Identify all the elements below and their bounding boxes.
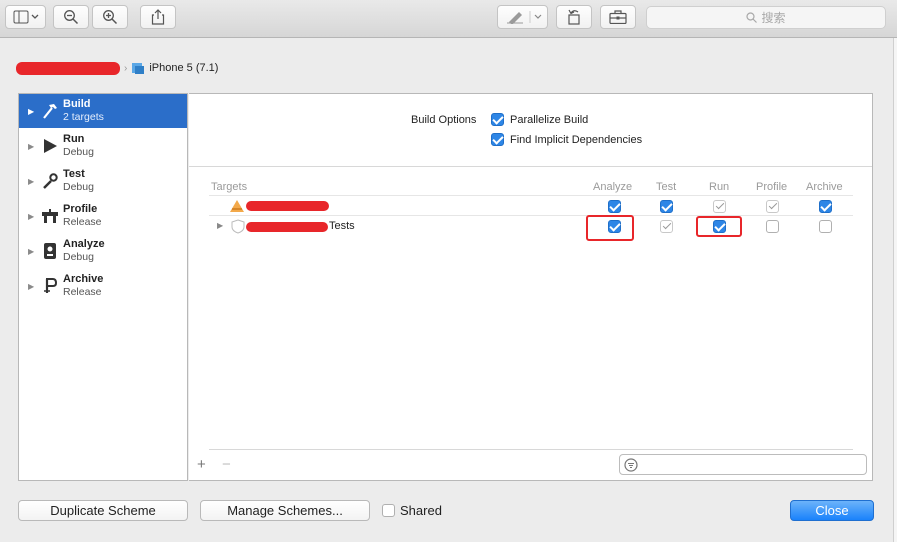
column-header-test: Test <box>656 181 677 193</box>
divider <box>189 166 872 167</box>
sidebar-item-title: Run <box>63 133 85 145</box>
app-target-icon <box>230 200 244 212</box>
disclosure-triangle-icon[interactable]: ▶ <box>28 177 39 186</box>
shared-label: Shared <box>400 503 442 518</box>
share-button[interactable] <box>140 5 176 29</box>
row-divider <box>209 215 853 216</box>
column-header-run: Run <box>709 181 730 193</box>
sidebar-item-subtitle: Debug <box>63 181 94 193</box>
column-header-analyze: Analyze <box>593 181 633 193</box>
redacted-target-name <box>246 201 329 211</box>
rotate-icon <box>568 9 580 25</box>
search-field[interactable]: 搜索 <box>646 6 886 29</box>
destination-label: iPhone 5 (7.1) <box>149 62 219 74</box>
hammer-icon <box>40 101 60 121</box>
parallelize-build-checkbox[interactable] <box>491 113 504 126</box>
path-separator-icon: › <box>124 62 128 74</box>
share-icon <box>151 9 165 25</box>
manage-schemes-button[interactable]: Manage Schemes... <box>200 500 370 521</box>
sidebar-item-analyze[interactable]: ▶ Analyze Debug <box>19 234 187 268</box>
test-target-icon <box>231 219 245 234</box>
wrench-icon <box>40 171 60 191</box>
disclosure-triangle-icon[interactable]: ▶ <box>28 212 39 221</box>
disclosure-triangle-icon[interactable]: ▶ <box>28 282 39 291</box>
shared-option[interactable]: Shared <box>382 503 442 518</box>
sidebar-item-title: Test <box>63 168 85 180</box>
archive-checkbox[interactable] <box>819 220 832 233</box>
target-name-suffix: Tests <box>329 220 355 232</box>
find-implicit-dependencies-checkbox[interactable] <box>491 133 504 146</box>
sidebar-toggle-button[interactable] <box>5 5 46 29</box>
list-footer-divider <box>209 449 853 450</box>
simulator-icon <box>132 63 145 74</box>
sidebar-toggle-icon <box>13 10 38 24</box>
remove-target-button[interactable]: − <box>222 456 231 473</box>
disclosure-triangle-icon[interactable]: ▶ <box>28 247 39 256</box>
sidebar-item-title: Build <box>63 98 91 110</box>
test-checkbox[interactable] <box>660 220 673 233</box>
option-label: Parallelize Build <box>510 113 589 126</box>
shared-checkbox[interactable] <box>382 504 395 517</box>
sidebar-item-subtitle: Debug <box>63 146 94 158</box>
sidebar-item-subtitle: Debug <box>63 251 94 263</box>
scheme-path-bar[interactable]: › iPhone 5 (7.1) <box>16 61 218 75</box>
profile-checkbox[interactable] <box>766 220 779 233</box>
close-button[interactable]: Close <box>790 500 874 521</box>
redacted-scheme-name <box>16 61 120 75</box>
column-header-profile: Profile <box>756 181 788 193</box>
disclosure-triangle-icon[interactable]: ▶ <box>28 107 39 116</box>
parallelize-build-option[interactable]: Parallelize Build <box>491 113 588 126</box>
zoom-out-button[interactable] <box>53 5 89 29</box>
toolbox-button[interactable] <box>600 5 636 29</box>
column-header-archive: Archive <box>806 181 843 193</box>
annotation-highlight-run <box>696 216 742 237</box>
sidebar-item-subtitle: Release <box>63 216 102 228</box>
column-header-targets: Targets <box>211 181 248 193</box>
sidebar-item-build[interactable]: ▶ Build 2 targets <box>19 94 187 128</box>
toolbox-icon <box>609 10 627 24</box>
archive-checkbox[interactable] <box>819 200 832 213</box>
sidebar-item-title: Analyze <box>63 238 105 250</box>
sidebar-item-test[interactable]: ▶ Test Debug <box>19 164 187 198</box>
search-placeholder: 搜索 <box>761 11 786 25</box>
background-window-edge <box>893 38 897 542</box>
analyze-icon <box>40 241 60 261</box>
filter-icon <box>624 458 638 472</box>
markup-button[interactable] <box>497 5 548 29</box>
zoom-in-button[interactable] <box>92 5 128 29</box>
run-checkbox[interactable] <box>713 200 726 213</box>
sidebar-item-archive[interactable]: ▶ Archive Release <box>19 269 187 303</box>
zoom-in-icon <box>103 10 118 25</box>
play-icon <box>40 136 60 156</box>
table-header-divider <box>209 195 853 196</box>
test-checkbox[interactable] <box>660 200 673 213</box>
annotation-highlight-analyze <box>586 215 634 241</box>
search-icon <box>746 12 758 23</box>
sidebar-item-profile[interactable]: ▶ Profile Release <box>19 199 187 233</box>
sidebar-item-subtitle: 2 targets <box>63 111 104 123</box>
scheme-action-list: ▶ Build 2 targets ▶ Run Debug ▶ Test Debug … <box>18 93 188 481</box>
window-toolbar: 搜索 <box>0 0 897 38</box>
build-settings-panel: Build Options Parallelize Build Find Imp… <box>189 93 873 481</box>
duplicate-scheme-button[interactable]: Duplicate Scheme <box>18 500 188 521</box>
disclosure-triangle-icon[interactable]: ▶ <box>217 221 223 230</box>
archive-icon <box>40 276 60 296</box>
sidebar-item-subtitle: Release <box>63 286 102 298</box>
profile-checkbox[interactable] <box>766 200 779 213</box>
disclosure-triangle-icon[interactable]: ▶ <box>28 142 39 151</box>
sidebar-item-title: Archive <box>63 273 104 285</box>
pen-icon <box>506 11 541 24</box>
sidebar-item-run[interactable]: ▶ Run Debug <box>19 129 187 163</box>
rotate-button[interactable] <box>556 5 592 29</box>
find-implicit-dependencies-option[interactable]: Find Implicit Dependencies <box>491 133 642 146</box>
add-target-button[interactable]: + <box>197 456 206 473</box>
target-filter-field[interactable] <box>619 454 867 475</box>
sidebar-item-title: Profile <box>63 203 98 215</box>
instruments-icon <box>40 206 60 226</box>
analyze-checkbox[interactable] <box>608 200 621 213</box>
zoom-out-icon <box>64 10 79 25</box>
option-label: Find Implicit Dependencies <box>510 133 643 146</box>
build-options-label: Build Options <box>411 114 477 126</box>
redacted-target-name <box>246 222 328 232</box>
